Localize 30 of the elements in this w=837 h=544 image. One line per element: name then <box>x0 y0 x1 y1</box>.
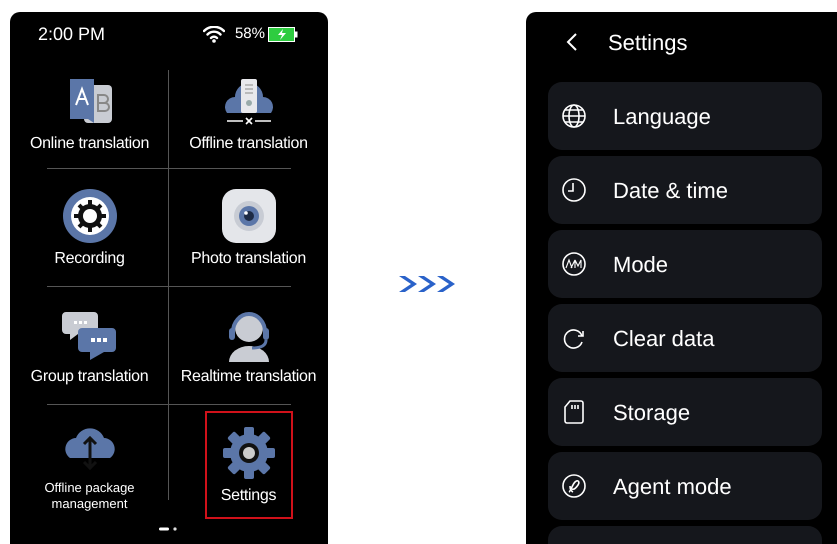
globe-icon <box>561 103 587 129</box>
settings-item[interactable]: Agent mode <box>548 452 822 520</box>
triple-chevron-arrow-icon <box>397 274 457 294</box>
settings-item[interactable]: Language <box>548 82 822 150</box>
gear-icon <box>220 425 276 481</box>
app-tile[interactable]: Settings <box>204 411 292 519</box>
settings-item[interactable]: Clear data <box>548 304 822 372</box>
mode-circle-icon <box>561 251 587 277</box>
clock-icon <box>561 177 587 203</box>
agent-circle-icon <box>561 473 587 499</box>
app-tile[interactable]: Group translation <box>12 292 168 400</box>
back-chevron-icon <box>566 32 578 52</box>
app-tile[interactable]: Online translation <box>12 58 168 166</box>
wifi-icon <box>202 26 225 42</box>
app-tile[interactable]: Photo translation <box>170 174 326 282</box>
record-dial-icon <box>62 188 118 244</box>
status-time: 2:00 PM <box>38 22 106 46</box>
app-tile[interactable]: Recording <box>12 174 168 282</box>
settings-item[interactable]: Mode <box>548 230 822 298</box>
screen-title: Settings <box>608 28 688 57</box>
app-tile[interactable]: Offline translation <box>170 58 326 166</box>
sd-card-icon <box>561 399 587 425</box>
camera-lens-icon <box>220 188 276 244</box>
app-tile[interactable]: Realtime translation <box>170 292 326 400</box>
page-indicator <box>159 527 179 531</box>
battery-percent: 58% <box>234 24 265 44</box>
app-tile[interactable]: Offline package management <box>12 411 168 519</box>
battery-charging-icon <box>268 26 298 42</box>
settings-item[interactable]: Date & time <box>548 156 822 224</box>
settings-item[interactable]: Storage <box>548 378 822 446</box>
